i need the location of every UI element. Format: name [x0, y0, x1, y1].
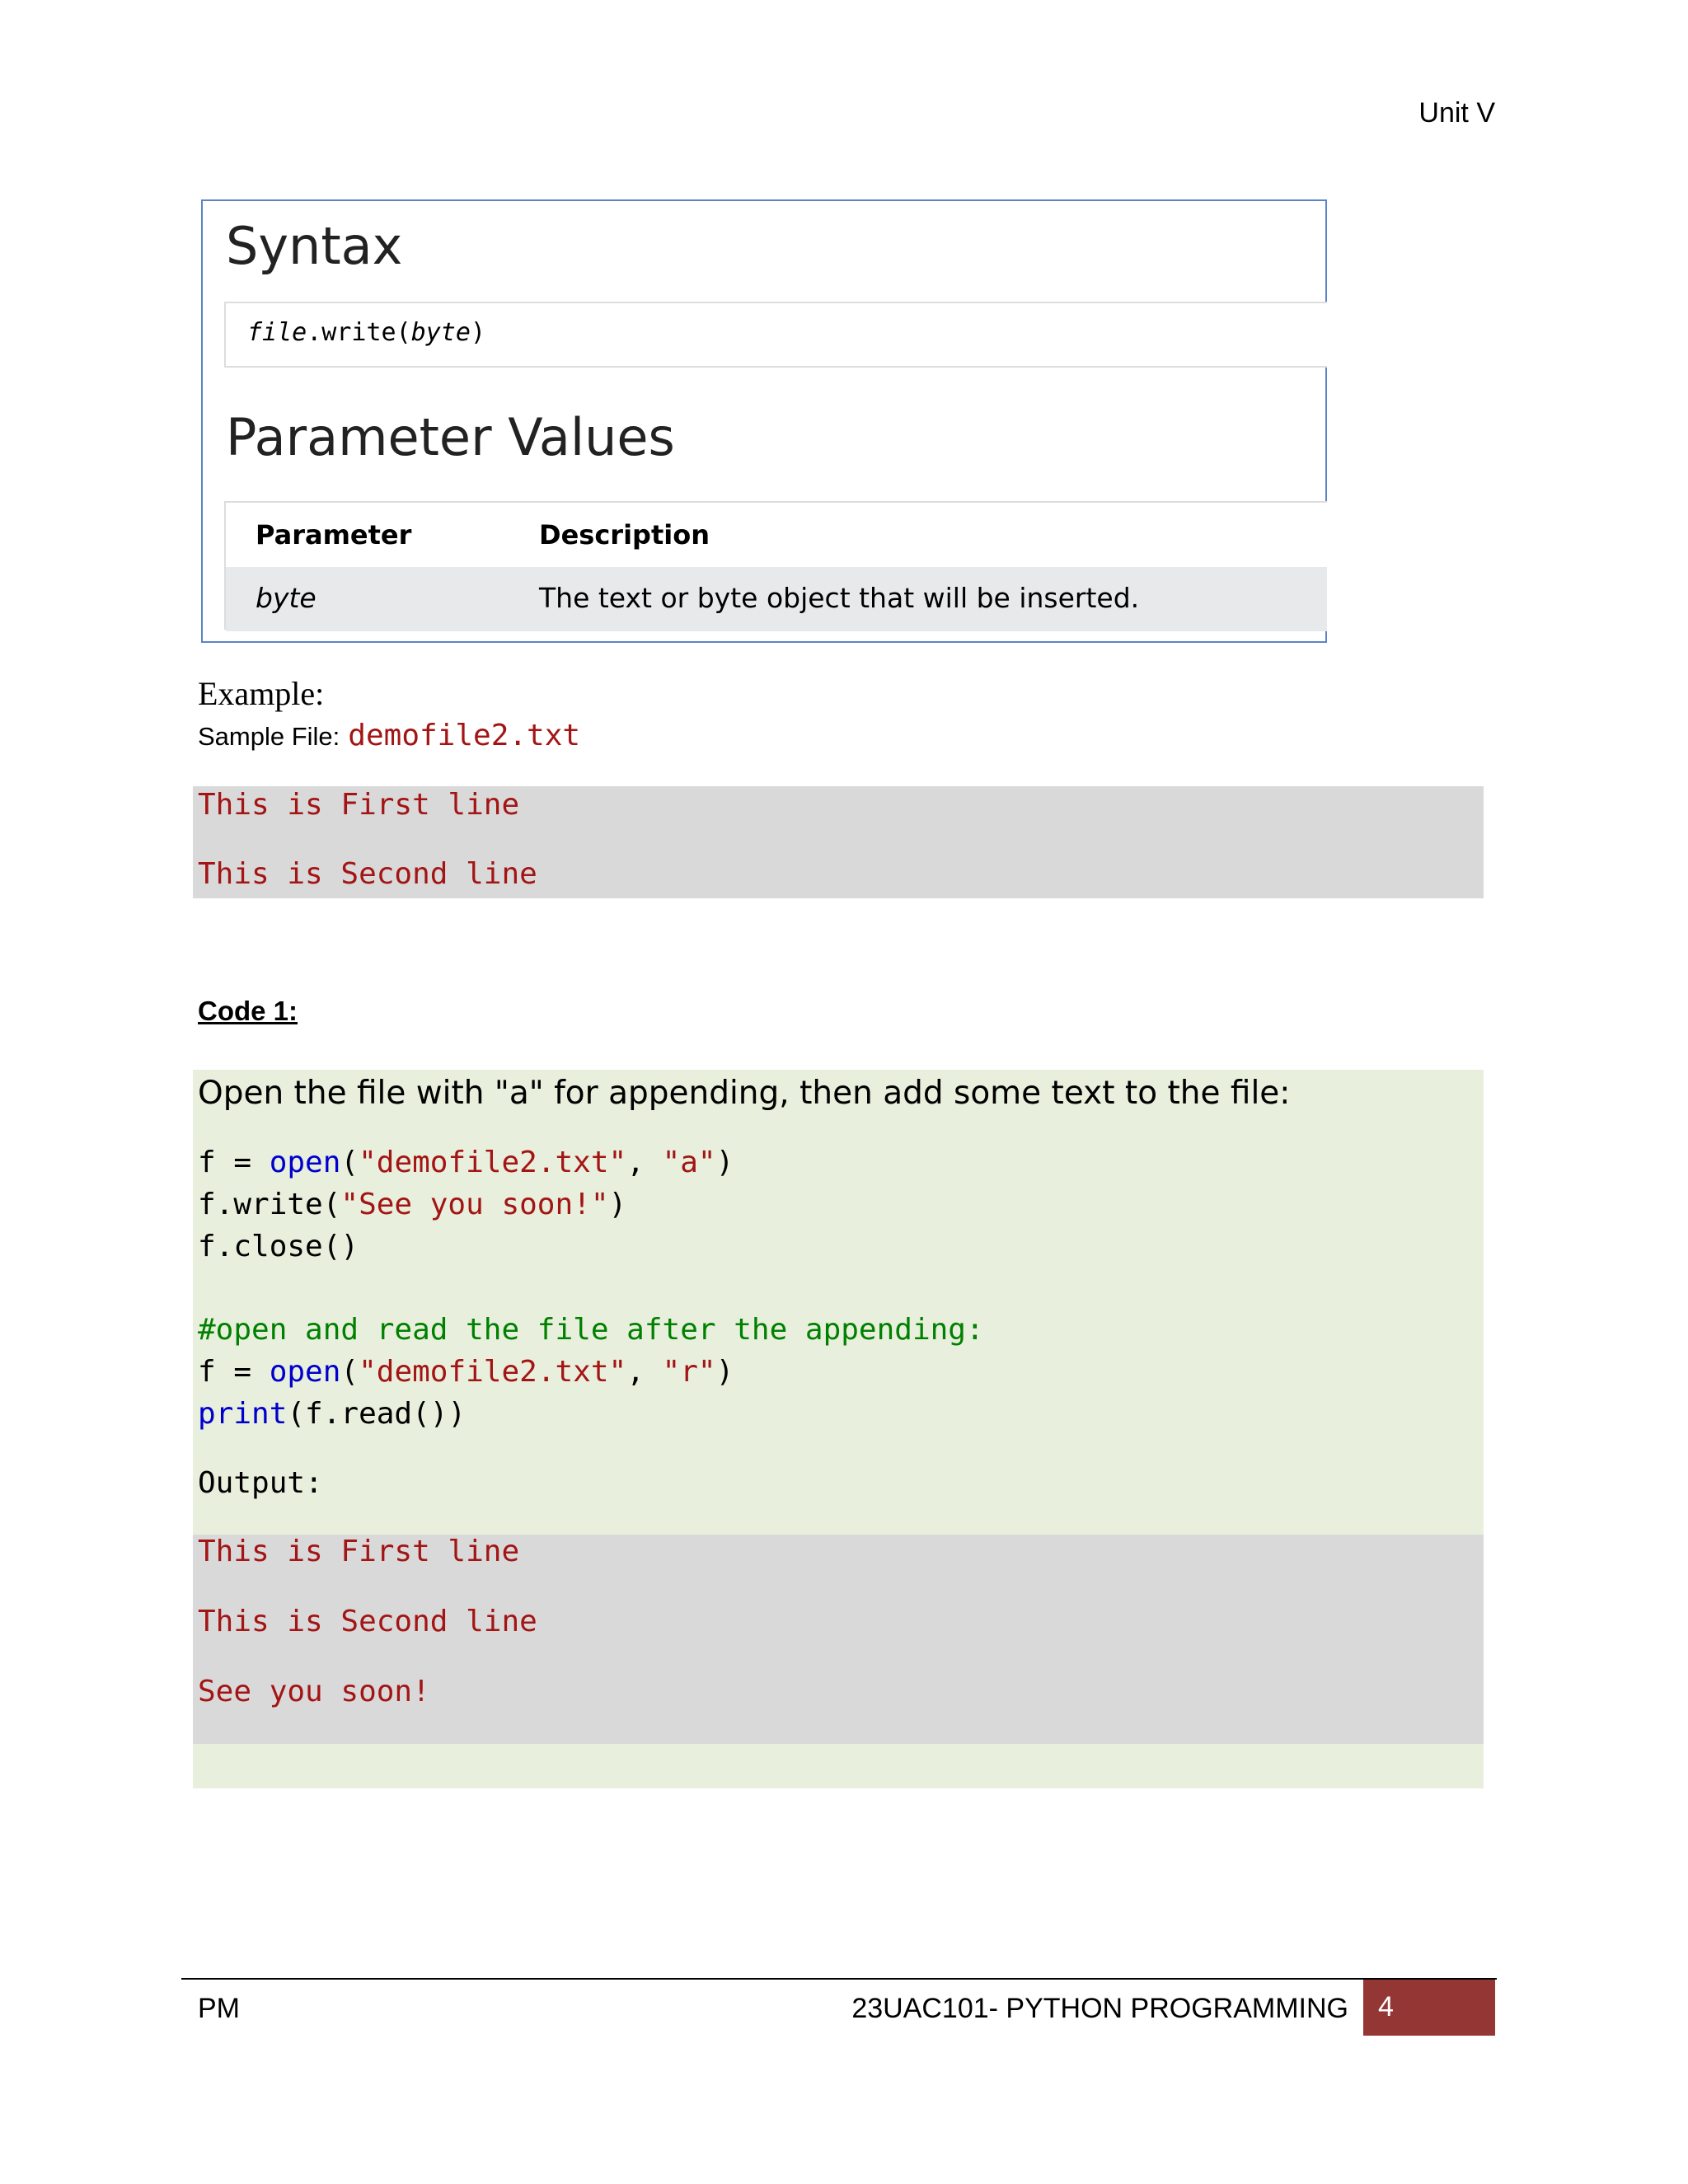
output-line-1: This is First line: [198, 1535, 520, 1568]
code-line-6: print(f.read()): [198, 1397, 467, 1431]
syntax-method: .write(: [307, 318, 411, 347]
cell-parameter: byte: [256, 582, 316, 614]
open-keyword: open: [269, 1355, 341, 1389]
code1-label: Code 1:: [198, 996, 298, 1026]
sample-line-2: This is Second line: [198, 857, 537, 891]
syntax-code: file.write(byte): [247, 318, 485, 347]
footer-left-text: PM: [198, 1993, 240, 2024]
output-label: Output:: [198, 1466, 323, 1500]
open-keyword: open: [269, 1146, 341, 1179]
sample-file-label: Sample File:: [198, 722, 340, 751]
syntax-param: byte: [410, 318, 471, 347]
output-box: This is First line This is Second line S…: [193, 1535, 1484, 1744]
sample-file-content: This is First line This is Second line: [193, 786, 1484, 898]
string-literal: "demofile2.txt": [359, 1355, 627, 1389]
example-label: Example:: [198, 675, 325, 712]
syntax-object: file: [247, 318, 307, 347]
syntax-reference-box: Syntax file.write(byte) Parameter Values…: [201, 199, 1327, 643]
string-literal: "See you soon!": [340, 1188, 609, 1221]
code-line-2: f.write("See you soon!"): [198, 1188, 627, 1221]
parameter-values-title: Parameter Values: [226, 407, 675, 467]
code-line-1: f = open("demofile2.txt", "a"): [198, 1146, 734, 1179]
syntax-code-box: file.write(byte): [224, 302, 1327, 368]
code-comment: #open and read the file after the append…: [198, 1313, 984, 1347]
footer-divider: [181, 1978, 1497, 1980]
string-literal: "r": [662, 1355, 716, 1389]
code-line-5: f = open("demofile2.txt", "r"): [198, 1355, 734, 1389]
code-intro: Open the file with "a" for appending, th…: [198, 1075, 1291, 1112]
string-literal: "a": [662, 1146, 716, 1179]
syntax-title: Syntax: [226, 216, 403, 276]
string-literal: "demofile2.txt": [359, 1146, 627, 1179]
cell-description: The text or byte object that will be ins…: [539, 582, 1140, 614]
sample-file-name: demofile2.txt: [348, 719, 581, 752]
output-line-3: See you soon!: [198, 1675, 430, 1708]
footer-course-title: 23UAC101- PYTHON PROGRAMMING: [851, 1993, 1348, 2024]
code-line-3: f.close(): [198, 1230, 359, 1263]
header-description: Description: [539, 519, 710, 551]
header-parameter: Parameter: [256, 519, 412, 551]
table-row: byte The text or byte object that will b…: [226, 567, 1327, 631]
page-number-box: 4: [1363, 1980, 1495, 2036]
sample-file-line: Sample File: demofile2.txt: [198, 719, 580, 752]
print-keyword: print: [198, 1397, 288, 1431]
unit-header: Unit V: [1418, 97, 1495, 129]
parameter-table-header: Parameter Description: [226, 503, 1327, 567]
syntax-close: ): [470, 318, 485, 347]
page-number: 4: [1378, 1991, 1394, 2022]
sample-line-1: This is First line: [198, 788, 520, 822]
output-line-2: This is Second line: [198, 1605, 537, 1638]
parameter-table: Parameter Description byte The text or b…: [224, 501, 1327, 631]
code-block: Open the file with "a" for appending, th…: [193, 1070, 1484, 1788]
